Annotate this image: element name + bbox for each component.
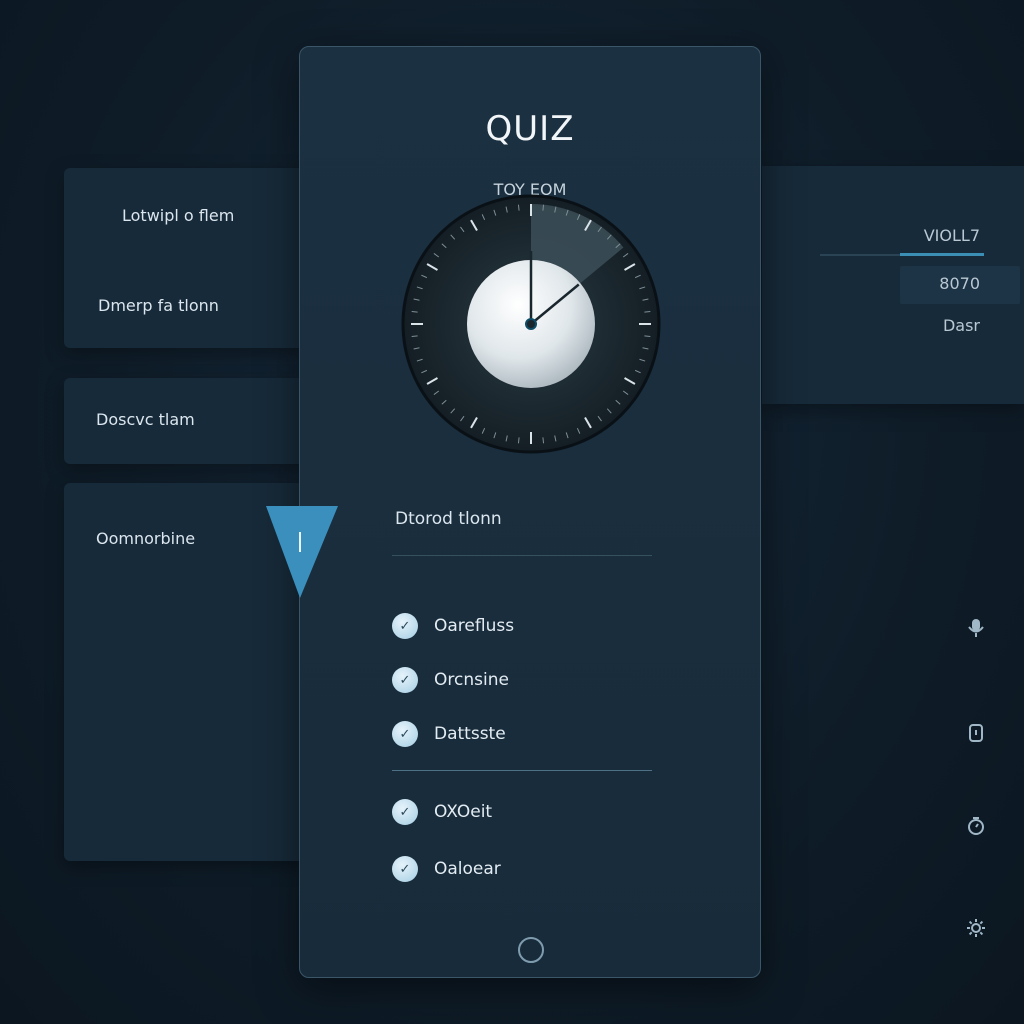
quiz-card: QUIZ TOY EOM Dtorod tlonn ✓ Oarefluss ✓ … — [299, 46, 761, 978]
question-label: Dtorod tlonn — [395, 509, 502, 529]
check-icon: ✓ — [392, 667, 418, 693]
answer-option-2[interactable]: ✓ Orcnsine — [392, 666, 652, 694]
pointer-arrow — [266, 506, 338, 598]
check-icon: ✓ — [392, 721, 418, 747]
answer-option-label: Orcnsine — [434, 670, 509, 690]
answer-option-4[interactable]: ✓ OXOeit — [392, 798, 652, 826]
check-icon: ✓ — [392, 613, 418, 639]
answer-option-3[interactable]: ✓ Dattsste — [392, 720, 652, 748]
answer-option-1[interactable]: ✓ Oarefluss — [392, 612, 652, 640]
timer-icon[interactable] — [962, 812, 990, 840]
dial-tick — [542, 204, 545, 211]
answer-option-label: Oaloear — [434, 859, 501, 879]
lock-icon[interactable] — [962, 718, 990, 746]
dial-tick — [517, 204, 520, 211]
right-panel-track — [820, 254, 900, 256]
left-card-bottom-text: Oomnorbine — [96, 529, 196, 548]
left-card-top-line1: Lotwipl o flem — [122, 206, 235, 225]
answer-option-5[interactable]: ✓ Oaloear — [392, 855, 652, 883]
answer-option-label: OXOeit — [434, 802, 493, 822]
answer-option-label: Oarefluss — [434, 616, 515, 636]
answer-option-label: Dattsste — [434, 724, 506, 744]
right-panel-value: 8070 — [939, 274, 980, 293]
check-icon: ✓ — [392, 799, 418, 825]
right-panel-accent-line — [900, 253, 984, 256]
divider-top — [392, 555, 652, 556]
right-panel-label: VIOLL7 — [923, 226, 980, 245]
app-screen: Lotwipl o flem Dmerp fa tlonn Doscvc tla… — [0, 0, 1024, 1024]
dial-tick — [644, 335, 651, 338]
quiz-title: QUIZ — [485, 109, 575, 149]
settings-icon[interactable] — [962, 914, 990, 942]
dial-tick — [517, 437, 520, 444]
timer-dial — [401, 194, 661, 454]
microphone-icon[interactable] — [962, 614, 990, 642]
divider-bottom — [392, 770, 652, 771]
right-info-panel: VIOLL7 8070 Dasr — [762, 166, 1024, 404]
left-card-middle[interactable]: Doscvc tlam — [64, 378, 304, 464]
left-card-top[interactable]: Lotwipl o flem Dmerp fa tlonn — [64, 168, 304, 348]
dial-tick — [644, 310, 651, 313]
check-icon: ✓ — [392, 856, 418, 882]
left-card-top-line2: Dmerp fa tlonn — [98, 296, 219, 315]
left-card-middle-text: Doscvc tlam — [96, 410, 195, 429]
right-panel-caption: Dasr — [942, 316, 980, 335]
home-button[interactable] — [518, 937, 544, 963]
dial-tick — [542, 437, 545, 444]
dial-tick — [411, 335, 418, 338]
dial-tick — [411, 310, 418, 313]
dial-center-pin — [525, 318, 537, 330]
